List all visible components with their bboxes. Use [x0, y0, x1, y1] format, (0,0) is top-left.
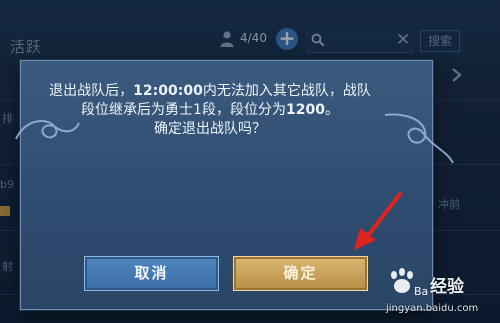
game-screen: 活跃 4/40 + ✕ 搜索 排 b9 射 冲前 退出战队后，12:00:00内…	[0, 0, 500, 323]
confirm-button[interactable]: 确定	[233, 256, 368, 291]
lockout-time: 12:00:00	[133, 83, 203, 99]
message-text: 退出战队后，	[49, 83, 134, 99]
cancel-button[interactable]: 取消	[84, 256, 219, 291]
message-text: 内无法加入其它战队，战队	[202, 83, 371, 99]
message-line: 段位继承后为勇士1段，段位分为1200。	[20, 101, 400, 120]
message-text: 段位继承后为勇士1段，段位分为	[81, 102, 286, 118]
baidu-paw-logo: Bai	[391, 268, 428, 298]
watermark-brand: 经验	[430, 277, 464, 297]
confirm-question: 确定退出战队吗？	[154, 121, 266, 137]
watermark-url: jingyan.baidu.com	[386, 303, 479, 314]
dialog-message: 退出战队后，12:00:00内无法加入其它战队，战队 段位继承后为勇士1段，段位…	[20, 82, 400, 139]
svg-text:Bai: Bai	[414, 285, 428, 298]
message-text: 。	[324, 102, 339, 118]
red-arrow-icon	[354, 192, 402, 250]
rank-score: 1200	[285, 102, 325, 118]
message-line: 退出战队后，12:00:00内无法加入其它战队，战队	[20, 82, 400, 101]
